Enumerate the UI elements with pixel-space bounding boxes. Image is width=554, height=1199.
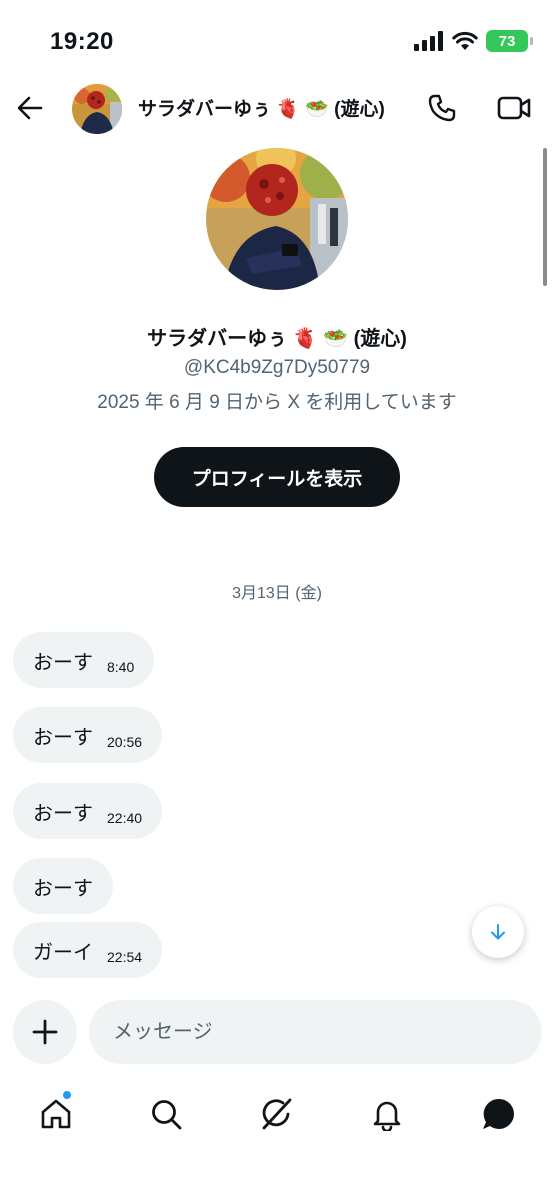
- arrow-down-icon: [491, 924, 505, 940]
- message-text: おーす: [33, 726, 93, 749]
- profile-name: サラダバーゆぅ 🫀 🥗 (遊心): [147, 328, 407, 350]
- status-bar: 19:20 73: [0, 0, 554, 80]
- view-profile-button[interactable]: プロフィールを表示: [154, 447, 400, 507]
- header-contact-name[interactable]: サラダバーゆぅ 🫀 🥗 (遊心): [138, 94, 385, 121]
- message-text: ガーイ: [33, 941, 93, 964]
- message-bubble[interactable]: おーす 8:40: [13, 632, 155, 688]
- plus-icon: [32, 1019, 58, 1045]
- nav-home[interactable]: [34, 1092, 78, 1136]
- message-text: おーす: [33, 651, 93, 674]
- scrollbar[interactable]: [543, 148, 547, 286]
- phone-icon: [428, 94, 456, 122]
- call-button[interactable]: [424, 90, 460, 126]
- header-avatar[interactable]: [72, 84, 122, 134]
- message-bubble[interactable]: ガーイ 22:54: [13, 922, 163, 978]
- profile-joined-date: 2025 年 6 月 9 日から X を利用しています: [97, 392, 457, 413]
- video-camera-icon: [497, 96, 531, 120]
- message-bubble[interactable]: おーす 22:40: [13, 783, 163, 839]
- notification-dot: [62, 1090, 72, 1100]
- search-icon: [152, 1100, 182, 1130]
- wifi-icon: [452, 31, 478, 50]
- grok-icon: [262, 1098, 292, 1130]
- cellular-signal-icon: [414, 31, 443, 51]
- messages-icon: [483, 1098, 514, 1129]
- add-attachment-button[interactable]: [13, 1000, 77, 1064]
- back-button[interactable]: [12, 90, 48, 126]
- scroll-to-bottom-button[interactable]: [472, 906, 524, 958]
- status-time: 19:20: [50, 28, 114, 55]
- message-time: 22:40: [107, 810, 143, 826]
- message-input[interactable]: [89, 1000, 542, 1064]
- arrow-left-icon: [17, 96, 43, 120]
- conversation-header: サラダバーゆぅ 🫀 🥗 (遊心): [0, 80, 554, 136]
- home-icon: [41, 1099, 71, 1129]
- date-separator: 3月13日 (金): [232, 585, 322, 602]
- battery-indicator: 73: [486, 30, 533, 52]
- nav-messages[interactable]: [476, 1092, 520, 1136]
- status-icons: 73: [414, 30, 533, 52]
- message-text: おーす: [33, 802, 93, 825]
- message-time: 8:40: [107, 659, 135, 675]
- message-time: 20:56: [107, 734, 143, 750]
- message-bubble[interactable]: おーす: [13, 858, 113, 914]
- nav-grok[interactable]: [255, 1092, 299, 1136]
- message-bubble[interactable]: おーす 20:56: [13, 707, 163, 763]
- message-time: 22:54: [107, 949, 143, 965]
- battery-level: 73: [498, 32, 516, 50]
- bottom-navigation: [0, 1082, 554, 1146]
- profile-handle: @KC4b9Zg7Dy50779: [183, 357, 371, 378]
- bell-icon: [373, 1101, 401, 1131]
- nav-search[interactable]: [144, 1092, 188, 1136]
- video-call-button[interactable]: [494, 90, 534, 126]
- nav-notifications[interactable]: [365, 1092, 409, 1136]
- profile-avatar[interactable]: [206, 148, 348, 290]
- message-text: おーす: [33, 877, 93, 900]
